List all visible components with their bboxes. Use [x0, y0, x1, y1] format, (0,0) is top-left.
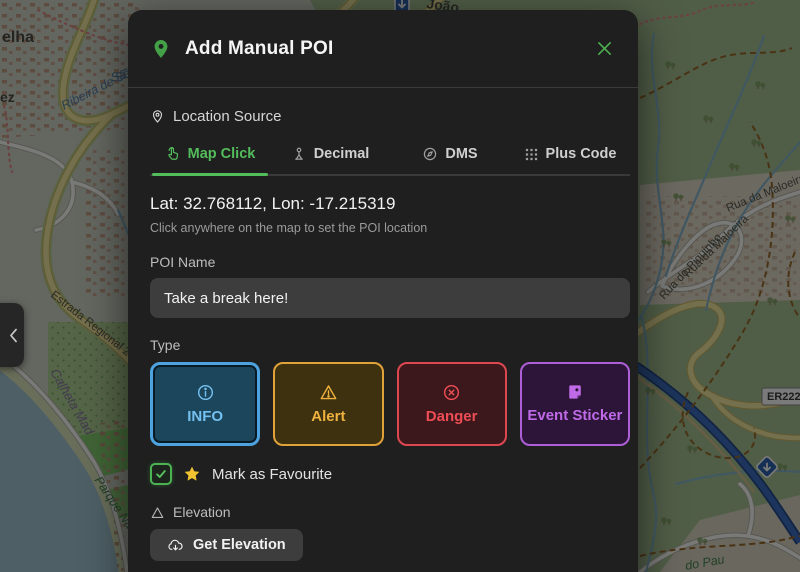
tab-label: Decimal [313, 146, 370, 162]
favourite-label: Mark as Favourite [212, 465, 333, 483]
dialog-title: Add Manual POI [185, 37, 334, 59]
cloud-download-icon [167, 537, 184, 553]
circle-x-icon [442, 383, 461, 402]
tab-label: Map Click [187, 146, 256, 162]
tab-plus-code[interactable]: Plus Code [510, 137, 630, 174]
favourite-row: Mark as Favourite [150, 463, 630, 485]
tab-decimal[interactable]: Decimal [270, 137, 390, 174]
triangle-icon [150, 505, 165, 520]
close-icon [595, 39, 614, 58]
checkmark-icon [155, 468, 167, 480]
info-circle-icon [196, 383, 215, 402]
coordinates-readout: Lat: 32.768112, Lon: -17.215319 [150, 194, 396, 213]
chevron-left-icon [8, 327, 19, 344]
pin-outline-icon [150, 109, 165, 124]
get-elevation-label: Get Elevation [193, 537, 286, 553]
map-pin-icon [150, 38, 172, 60]
type-option-label: Alert [311, 407, 346, 425]
tab-label: DMS [445, 146, 478, 162]
tab-dms[interactable]: DMS [390, 137, 510, 174]
poi-name-input[interactable] [150, 278, 630, 318]
type-label: Type [150, 337, 181, 353]
sidebar-collapse-button[interactable] [0, 303, 24, 367]
tab-map-click[interactable]: Map Click [150, 137, 270, 176]
poi-name-label: POI Name [150, 254, 216, 270]
warning-triangle-icon [319, 383, 338, 402]
poi-type-selector: INFO Alert Danger Event Sticker [150, 362, 630, 446]
star-icon [183, 465, 201, 483]
map-click-hint: Click anywhere on the map to set the POI… [150, 221, 428, 235]
tab-label: Plus Code [545, 146, 617, 162]
type-option-alert[interactable]: Alert [273, 362, 384, 446]
app-window: elha ez Ribeira de São Sã Estrada Region… [0, 0, 800, 572]
elevation-label: Elevation [173, 504, 231, 520]
grid-dots-icon [524, 147, 539, 162]
location-source-heading: Location Source [150, 108, 630, 125]
add-manual-poi-dialog: Add Manual POI Location Source Map Click… [128, 10, 638, 572]
location-source-label: Location Source [173, 108, 282, 125]
type-option-label: Danger [425, 407, 478, 425]
location-source-tabs: Map Click Decimal DMS Plus Code [150, 137, 630, 176]
favourite-checkbox[interactable] [150, 463, 172, 485]
type-option-label: Event Sticker [527, 407, 623, 425]
type-option-label: INFO [187, 407, 224, 425]
get-elevation-button[interactable]: Get Elevation [150, 529, 303, 561]
hand-click-icon [165, 146, 181, 162]
sticker-icon [566, 383, 584, 401]
type-option-danger[interactable]: Danger [396, 362, 507, 446]
close-button[interactable] [591, 35, 618, 62]
type-option-info[interactable]: INFO [150, 362, 261, 446]
elevation-heading: Elevation [150, 504, 630, 520]
surveyor-pin-icon [291, 146, 307, 162]
compass-icon [422, 146, 438, 162]
type-option-event-sticker[interactable]: Event Sticker [519, 362, 630, 446]
dialog-header: Add Manual POI [128, 10, 638, 88]
